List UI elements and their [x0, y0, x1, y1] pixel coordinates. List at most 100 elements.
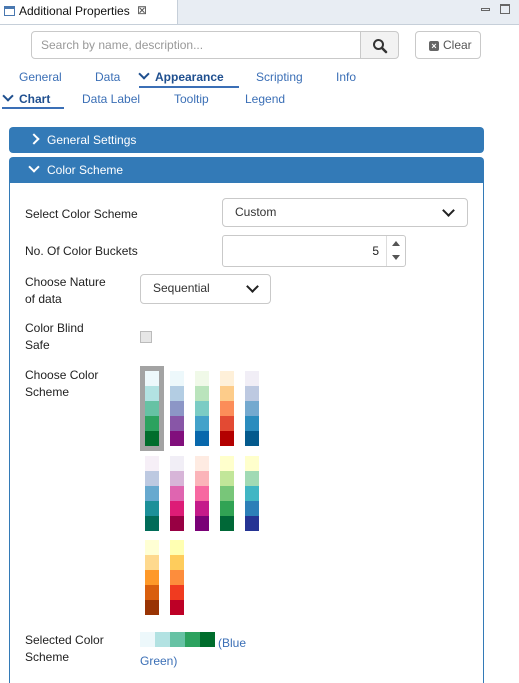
search-button[interactable] — [360, 31, 399, 59]
palette-swatch — [170, 371, 184, 386]
palette-swatch — [195, 416, 209, 431]
palette-swatch — [170, 401, 184, 416]
palette-swatch — [145, 471, 159, 486]
choose-scheme-label-line1: Choose Color — [25, 368, 99, 382]
stepper-buttons — [386, 236, 405, 266]
palette-swatch — [220, 401, 234, 416]
palette-swatch — [145, 431, 159, 446]
palette-swatch — [220, 416, 234, 431]
palette-swatch — [170, 585, 184, 600]
palette-swatch — [170, 501, 184, 516]
palette-swatch — [170, 386, 184, 401]
buckets-stepper[interactable]: 5 — [222, 235, 406, 267]
color-palette-option[interactable] — [245, 456, 259, 531]
subtab-chart[interactable]: Chart — [2, 90, 50, 106]
minimize-icon[interactable] — [481, 4, 491, 14]
tab-scripting[interactable]: Scripting — [256, 70, 303, 84]
palette-swatch — [195, 486, 209, 501]
palette-swatch — [220, 456, 234, 471]
chevron-right-icon — [28, 133, 40, 145]
color-scheme-title: Color Scheme — [47, 163, 124, 177]
selected-scheme-label-line2: Scheme — [25, 650, 70, 664]
search-input[interactable] — [31, 31, 361, 59]
view-tab-additional-properties[interactable]: Additional Properties ⊠ — [0, 0, 178, 24]
color-palette-option[interactable] — [220, 456, 234, 531]
tab-general[interactable]: General — [19, 70, 62, 84]
color-palette-option[interactable] — [145, 456, 159, 531]
close-view-icon[interactable]: ⊠ — [137, 3, 147, 17]
color-palette-option[interactable] — [170, 456, 184, 531]
color-palette-option[interactable] — [140, 366, 164, 451]
color-palette-option[interactable] — [170, 540, 184, 615]
palette-swatch — [145, 501, 159, 516]
view-tab-bar: Additional Properties ⊠ — [0, 0, 519, 25]
chevron-down-icon — [138, 68, 150, 80]
color-blind-checkbox[interactable] — [140, 331, 152, 343]
tab-appearance[interactable]: Appearance — [138, 68, 224, 84]
palette-swatch — [170, 431, 184, 446]
palette-swatch — [145, 456, 159, 471]
palette-swatch — [170, 416, 184, 431]
palette-swatch — [245, 456, 259, 471]
color-scheme-select[interactable]: Custom — [222, 198, 468, 227]
selected-palette-swatch — [140, 632, 155, 647]
subtab-legend[interactable]: Legend — [245, 92, 285, 106]
color-palette-option[interactable] — [195, 456, 209, 531]
palette-swatch — [245, 471, 259, 486]
color-palette-option[interactable] — [145, 540, 159, 615]
palette-swatch — [170, 456, 184, 471]
palette-swatch — [245, 386, 259, 401]
palette-swatch — [145, 401, 159, 416]
color-palette-option[interactable] — [245, 371, 259, 446]
palette-swatch — [170, 471, 184, 486]
subtab-tooltip[interactable]: Tooltip — [174, 92, 209, 106]
palette-swatch — [145, 600, 159, 615]
selected-palette-swatch — [170, 632, 185, 647]
palette-swatch — [145, 486, 159, 501]
palette-swatch — [245, 401, 259, 416]
palette-swatch — [195, 456, 209, 471]
selected-palette-swatch — [200, 632, 215, 647]
selected-scheme-name-line2: Green) — [140, 654, 178, 668]
palette-swatch — [145, 555, 159, 570]
color-blind-label-line2: Safe — [25, 338, 50, 352]
palette-swatch — [145, 371, 159, 386]
tab-data[interactable]: Data — [95, 70, 120, 84]
palette-swatch — [170, 570, 184, 585]
search-icon — [373, 39, 388, 54]
selected-palette-preview — [140, 632, 215, 647]
general-settings-header[interactable]: General Settings — [9, 127, 484, 153]
palette-swatch — [245, 486, 259, 501]
increment-arrow-icon[interactable] — [392, 241, 400, 246]
buckets-label: No. Of Color Buckets — [25, 244, 138, 258]
nature-select[interactable]: Sequential — [140, 274, 271, 304]
subtab-data-label[interactable]: Data Label — [82, 92, 140, 106]
decrement-arrow-icon[interactable] — [392, 255, 400, 260]
color-palette-option[interactable] — [220, 371, 234, 446]
palette-swatch — [170, 555, 184, 570]
palette-swatch — [145, 416, 159, 431]
palette-swatch — [220, 431, 234, 446]
tab-info[interactable]: Info — [336, 70, 356, 84]
chevron-down-icon — [246, 280, 259, 293]
palette-swatch — [220, 471, 234, 486]
color-palette-option[interactable] — [195, 371, 209, 446]
general-settings-title: General Settings — [47, 133, 137, 147]
properties-table-icon — [4, 6, 15, 16]
palette-swatch — [220, 486, 234, 501]
color-palette-option[interactable] — [170, 371, 184, 446]
palette-swatch — [245, 371, 259, 386]
palette-swatch — [170, 486, 184, 501]
clear-button[interactable]: × Clear — [415, 31, 481, 59]
palette-swatch — [220, 371, 234, 386]
nature-select-value: Sequential — [153, 281, 210, 295]
palette-swatch — [220, 501, 234, 516]
nature-label-line2: of data — [25, 292, 62, 306]
palette-swatch — [195, 401, 209, 416]
maximize-icon[interactable] — [500, 4, 510, 14]
selected-scheme-name-line1: (Blue — [218, 636, 247, 650]
color-scheme-header[interactable]: Color Scheme — [9, 157, 484, 183]
palette-swatch — [170, 600, 184, 615]
palette-swatch — [145, 516, 159, 531]
clear-button-label: Clear — [443, 38, 472, 52]
